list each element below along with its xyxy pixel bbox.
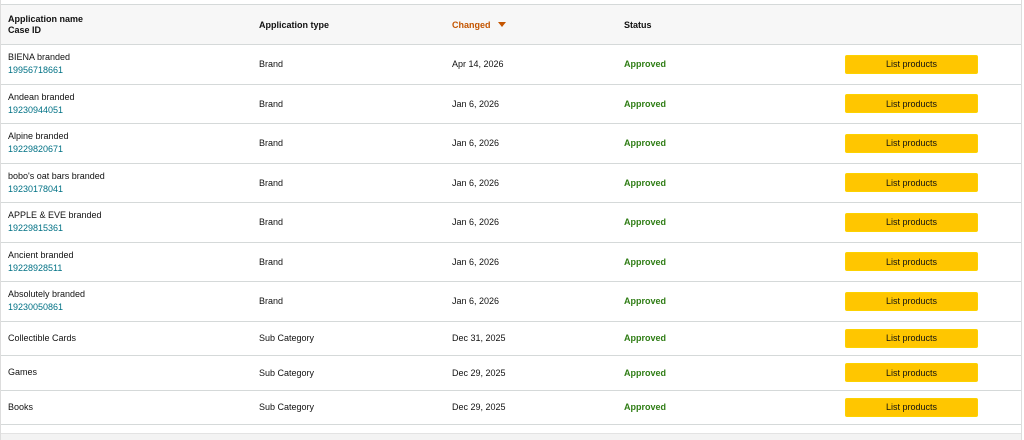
application-name: Games [8, 367, 38, 378]
changed-date: Dec 29, 2025 [452, 402, 506, 413]
status-approved: Approved [624, 296, 667, 307]
table-row: Books Sub Category Dec 29, 2025 Approved Lis… [1, 391, 1021, 425]
application-name-cell: Books [8, 391, 33, 425]
list-products-button[interactable]: List products [845, 212, 978, 232]
application-type: Sub Category [259, 367, 315, 378]
application-name: Books [8, 401, 34, 412]
table-row: Ancient branded 19228928511 Brand Jan 6, 20… [1, 243, 1021, 282]
application-name: Absolutely branded [8, 289, 86, 300]
action-cell: List products [845, 356, 978, 390]
table-row: Andean branded 19230944051 Brand Jan 6, 202… [1, 85, 1021, 124]
application-name-cell: Alpine branded 19229820671 [8, 124, 69, 163]
changed-date: Apr 14, 2026 [452, 59, 504, 70]
status-approved: Approved [624, 367, 667, 378]
case-id-link[interactable]: 19230050861 [8, 301, 85, 314]
header-application-type: Application type [259, 19, 330, 30]
table-body: BIENA branded 19956718661 Brand Apr 14, 202… [1, 45, 1021, 425]
application-type: Brand [259, 98, 284, 109]
case-id-link[interactable]: 19229815361 [8, 222, 102, 235]
status-approved: Approved [624, 256, 667, 267]
status-approved: Approved [624, 59, 667, 70]
application-name-cell: Collectible Cards [8, 322, 76, 356]
header-application-name: Application name Case ID [8, 5, 83, 44]
action-cell: List products [845, 45, 978, 84]
action-cell: List products [845, 243, 978, 282]
application-type: Brand [259, 59, 284, 70]
status-approved: Approved [624, 177, 667, 188]
application-name-cell: Absolutely branded 19230050861 [8, 282, 85, 321]
case-id-link[interactable]: 19230944051 [8, 104, 75, 117]
application-name: Ancient branded [8, 249, 74, 260]
application-name-cell: APPLE & EVE branded 19229815361 [8, 203, 102, 242]
action-cell: List products [845, 203, 978, 242]
application-name: BIENA branded [8, 52, 71, 63]
action-cell: List products [845, 164, 978, 203]
changed-date: Jan 6, 2026 [452, 177, 500, 188]
table-row: Games Sub Category Dec 29, 2025 Approved Lis… [1, 356, 1021, 391]
table-row: bobo's oat bars branded 19230178041 Brand J… [1, 164, 1021, 203]
action-cell: List products [845, 85, 978, 124]
list-products-button[interactable]: List products [845, 133, 978, 153]
applications-table-frame: Application name Case ID Application typ… [0, 0, 1022, 440]
application-name: APPLE & EVE branded [8, 210, 102, 221]
list-products-button[interactable]: List products [845, 252, 978, 272]
changed-date: Jan 6, 2026 [452, 98, 500, 109]
application-name-cell: BIENA branded 19956718661 [8, 45, 70, 84]
application-type: Brand [259, 217, 284, 228]
caret-down-icon [497, 22, 506, 27]
application-name-cell: Ancient branded 19228928511 [8, 243, 74, 282]
application-name-cell: bobo's oat bars branded 19230178041 [8, 164, 105, 203]
changed-date: Dec 29, 2025 [452, 367, 506, 378]
status-approved: Approved [624, 333, 667, 344]
status-approved: Approved [624, 98, 667, 109]
changed-date: Jan 6, 2026 [452, 138, 500, 149]
case-id-link[interactable]: 19228928511 [8, 262, 74, 275]
table-header: Application name Case ID Application typ… [1, 5, 1021, 45]
changed-date: Jan 6, 2026 [452, 256, 500, 267]
case-id-link[interactable]: 19956718661 [8, 64, 70, 77]
header-status: Status [624, 19, 652, 30]
list-products-button[interactable]: List products [845, 94, 978, 114]
application-name-cell: Games [8, 356, 37, 390]
application-type: Brand [259, 256, 284, 267]
list-products-button[interactable]: List products [845, 328, 978, 348]
case-id-link[interactable]: 19229820671 [8, 143, 69, 156]
list-products-button[interactable]: List products [845, 291, 978, 311]
header-name-label: Application name [8, 13, 84, 24]
header-changed-label: Changed [452, 19, 491, 30]
table-row: APPLE & EVE branded 19229815361 Brand Jan 6… [1, 203, 1021, 243]
application-type: Brand [259, 138, 284, 149]
application-name: Andean branded [8, 91, 75, 102]
action-cell: List products [845, 282, 978, 321]
header-changed-sort[interactable]: Changed [452, 5, 506, 44]
action-cell: List products [845, 322, 978, 356]
table-row: Absolutely branded 19230050861 Brand Jan 6,… [1, 282, 1021, 322]
status-approved: Approved [624, 217, 667, 228]
table-row: Collectible Cards Sub Category Dec 31, 202… [1, 322, 1021, 356]
application-type: Brand [259, 296, 284, 307]
application-type: Brand [259, 177, 284, 188]
changed-date: Jan 6, 2026 [452, 217, 500, 228]
application-name: bobo's oat bars branded [8, 170, 105, 181]
list-products-button[interactable]: List products [845, 173, 978, 193]
table-row: Alpine branded 19229820671 Brand Jan 6, 202… [1, 124, 1021, 164]
header-case-id-label: Case ID [8, 24, 42, 35]
changed-date: Jan 6, 2026 [452, 296, 500, 307]
application-name: Alpine branded [8, 131, 69, 142]
status-approved: Approved [624, 402, 667, 413]
case-id-link[interactable]: 19230178041 [8, 183, 105, 196]
application-name-cell: Andean branded 19230944051 [8, 85, 75, 124]
application-type: Sub Category [259, 402, 315, 413]
changed-date: Dec 31, 2025 [452, 333, 506, 344]
action-cell: List products [845, 124, 978, 163]
list-products-button[interactable]: List products [845, 397, 978, 417]
table-footer-strip [1, 433, 1021, 440]
table-row: BIENA branded 19956718661 Brand Apr 14, 202… [1, 45, 1021, 85]
application-name: Collectible Cards [8, 332, 77, 343]
action-cell: List products [845, 391, 978, 425]
list-products-button[interactable]: List products [845, 54, 978, 74]
status-approved: Approved [624, 138, 667, 149]
application-type: Sub Category [259, 333, 315, 344]
list-products-button[interactable]: List products [845, 363, 978, 383]
